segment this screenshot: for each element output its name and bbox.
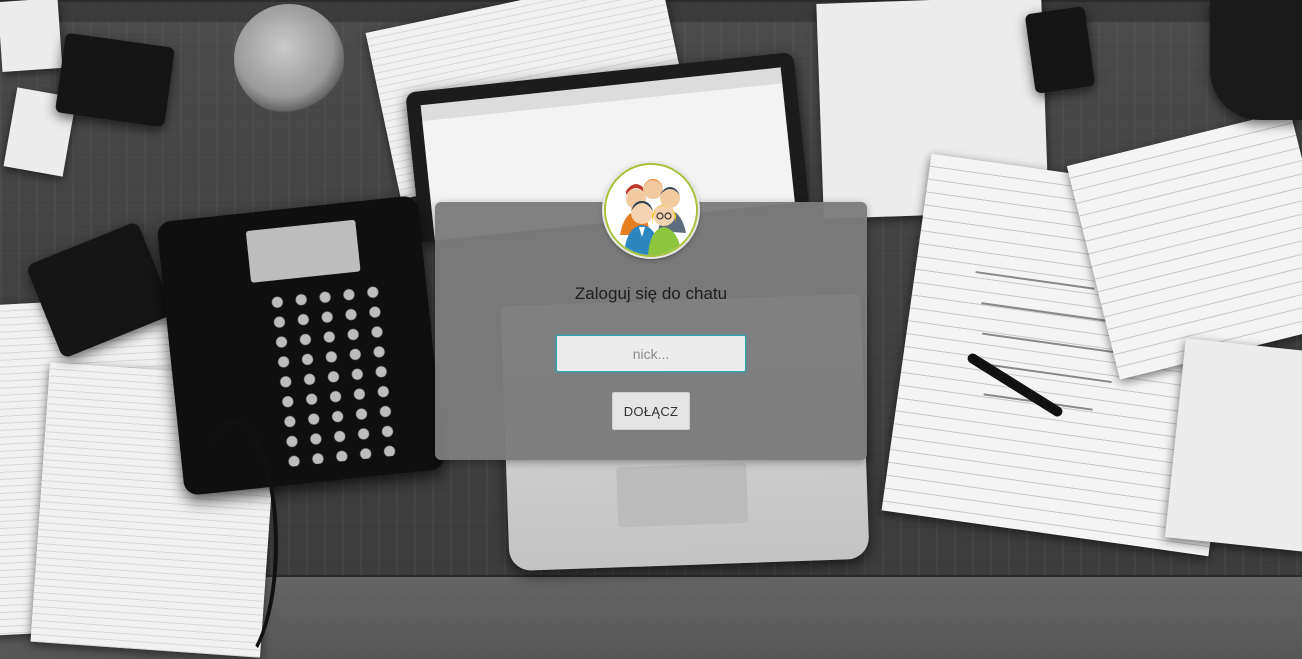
join-button[interactable]: DOŁĄCZ (612, 392, 690, 430)
login-title: Zaloguj się do chatu (574, 284, 728, 303)
calculator (54, 32, 176, 128)
desk-phone (156, 195, 446, 496)
paper-sheet (1164, 338, 1302, 552)
nick-input[interactable] (556, 335, 746, 372)
paper-sheet (0, 0, 63, 73)
device (1024, 6, 1096, 94)
bowl (1210, 0, 1302, 120)
desk-photo-background: Zaloguj się do chatu DOŁĄCZ (0, 0, 1302, 659)
group-of-people-icon (604, 163, 698, 257)
phone-cord (190, 420, 278, 659)
drinking-glass (234, 4, 344, 114)
